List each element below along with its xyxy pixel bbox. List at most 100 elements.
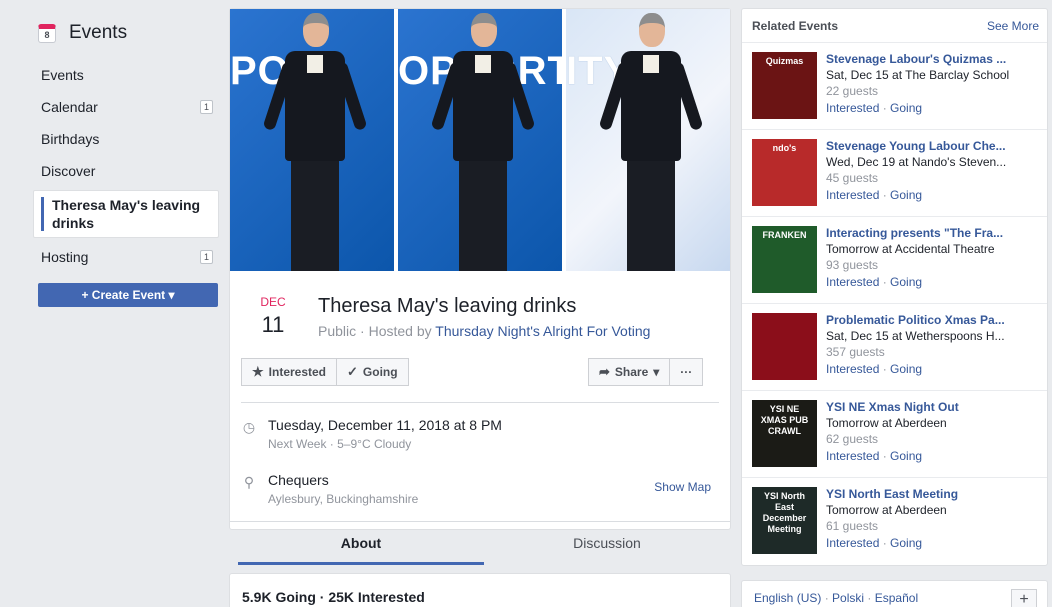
- event-main: POR OPPORTUNI ITY DEC 11 Theresa May's l…: [229, 8, 731, 565]
- sidebar-item-label: Events: [41, 67, 84, 83]
- related-event-item[interactable]: FRANKEN Interacting presents "The Fra... T…: [742, 217, 1047, 304]
- related-event-when-where: Tomorrow at Aberdeen: [826, 416, 947, 430]
- separator: ·: [879, 536, 891, 550]
- going-interested-count[interactable]: 5.9K Going · 25K Interested: [242, 589, 425, 605]
- sidebar-item-discover[interactable]: Discover: [33, 155, 219, 187]
- events-header[interactable]: 8 Events: [38, 22, 127, 44]
- related-event-thumbnail[interactable]: [752, 313, 817, 380]
- related-event-thumbnail[interactable]: FRANKEN: [752, 226, 817, 293]
- going-link[interactable]: Going: [890, 536, 922, 550]
- location-pin-icon: ⚲: [243, 474, 255, 490]
- separator: ·: [824, 591, 829, 605]
- interested-link[interactable]: Interested: [826, 362, 879, 376]
- event-card: POR OPPORTUNI ITY DEC 11 Theresa May's l…: [229, 8, 731, 565]
- host-link[interactable]: Thursday Night's Alright For Voting: [435, 323, 650, 339]
- sidebar-item-label: Hosting: [41, 249, 89, 265]
- event-datetime: Tuesday, December 11, 2018 at 8 PM: [268, 417, 502, 433]
- related-event-actions: Interested · Going: [826, 188, 922, 202]
- related-event-thumbnail[interactable]: ndo's: [752, 139, 817, 206]
- related-event-guests: 22 guests: [826, 84, 879, 98]
- events-title[interactable]: Events: [69, 22, 127, 44]
- related-event-actions: Interested · Going: [826, 275, 922, 289]
- cover-photo[interactable]: POR OPPORTUNI ITY: [230, 9, 730, 271]
- interested-link[interactable]: Interested: [826, 101, 879, 115]
- plus-icon: +: [81, 288, 89, 302]
- tab-about[interactable]: About: [238, 522, 484, 565]
- cover-panel: POR: [230, 9, 398, 271]
- share-label: Share: [614, 365, 649, 379]
- related-event-actions: Interested · Going: [826, 362, 922, 376]
- right-column: Related Events See More Quizmas Stevenage…: [741, 8, 1048, 566]
- going-link[interactable]: Going: [890, 275, 922, 289]
- sidebar-item-birthdays[interactable]: Birthdays: [33, 123, 219, 155]
- related-event-guests: 93 guests: [826, 258, 879, 272]
- sidebar-item-current-event[interactable]: Theresa May's leaving drinks: [33, 190, 219, 238]
- related-event-guests: 61 guests: [826, 519, 879, 533]
- tab-discussion[interactable]: Discussion: [484, 522, 730, 565]
- related-event-thumbnail[interactable]: YSI North East December Meeting: [752, 487, 817, 554]
- related-event-item[interactable]: ndo's Stevenage Young Labour Che... Wed, D…: [742, 130, 1047, 217]
- thumbnail-text: Quizmas: [765, 56, 804, 66]
- related-event-title[interactable]: YSI NE Xmas Night Out: [826, 400, 1011, 414]
- going-link[interactable]: Going: [890, 101, 922, 115]
- related-event-item[interactable]: YSI NE XMAS PUB CRAWL YSI NE Xmas Night O…: [742, 391, 1047, 478]
- sidebar-item-hosting[interactable]: Hosting 1: [33, 241, 219, 273]
- calendar-icon: 8: [38, 23, 56, 43]
- going-link[interactable]: Going: [890, 188, 922, 202]
- interested-link[interactable]: Interested: [826, 536, 879, 550]
- language-link-espanol[interactable]: Español: [875, 591, 918, 605]
- interested-link[interactable]: Interested: [826, 275, 879, 289]
- sidebar-nav: Events Calendar 1 Birthdays Discover Ther…: [33, 59, 219, 273]
- add-language-button[interactable]: +: [1011, 589, 1037, 607]
- event-place[interactable]: Chequers: [268, 472, 329, 488]
- interested-link[interactable]: Interested: [826, 449, 879, 463]
- check-icon: ✓: [347, 364, 358, 379]
- see-more-link[interactable]: See More: [987, 19, 1039, 33]
- related-event-title[interactable]: Stevenage Young Labour Che...: [826, 139, 1011, 153]
- separator: ·: [879, 275, 891, 289]
- related-events-title: Related Events: [752, 19, 839, 33]
- more-button[interactable]: ···: [670, 358, 704, 386]
- related-event-item[interactable]: YSI North East December Meeting YSI North…: [742, 478, 1047, 565]
- create-event-button[interactable]: + Create Event ▾: [38, 283, 218, 307]
- rsvp-buttons: ★ Interested ✓ Going: [241, 358, 409, 386]
- thumbnail-text: ndo's: [772, 143, 797, 153]
- event-info: DEC 11 Theresa May's leaving drinks Publ…: [230, 271, 730, 565]
- related-event-title[interactable]: Interacting presents "The Fra...: [826, 226, 1011, 240]
- event-title: Theresa May's leaving drinks: [318, 295, 577, 317]
- sidebar-item-events[interactable]: Events: [33, 59, 219, 91]
- related-events-card: Related Events See More Quizmas Stevenage…: [741, 8, 1048, 566]
- interested-link[interactable]: Interested: [826, 188, 879, 202]
- language-link-polski[interactable]: Polski: [832, 591, 864, 605]
- related-event-item[interactable]: Quizmas Stevenage Labour's Quizmas ... Sat…: [742, 43, 1047, 130]
- share-arrow-icon: ➦: [599, 364, 610, 379]
- going-stats-card: 5.9K Going · 25K Interested: [229, 573, 731, 607]
- count-badge: 1: [199, 250, 213, 264]
- related-event-title[interactable]: Stevenage Labour's Quizmas ...: [826, 52, 1011, 66]
- related-event-thumbnail[interactable]: YSI NE XMAS PUB CRAWL: [752, 400, 817, 467]
- count-badge: 1: [199, 100, 213, 114]
- related-event-item[interactable]: Problematic Politico Xmas Pa... Sat, Dec …: [742, 304, 1047, 391]
- thumbnail-text: YSI North East December Meeting: [762, 491, 807, 534]
- related-event-when-where: Tomorrow at Accidental Theatre: [826, 242, 995, 256]
- separator: ·: [867, 591, 872, 605]
- going-link[interactable]: Going: [890, 449, 922, 463]
- related-events-header: Related Events See More: [742, 9, 1047, 43]
- related-event-title[interactable]: YSI North East Meeting: [826, 487, 1011, 501]
- related-events-list: Quizmas Stevenage Labour's Quizmas ... Sat…: [742, 43, 1047, 565]
- interested-button[interactable]: ★ Interested: [241, 358, 338, 386]
- person-figure: [598, 9, 704, 271]
- going-button[interactable]: ✓ Going: [337, 358, 409, 386]
- related-event-title[interactable]: Problematic Politico Xmas Pa...: [826, 313, 1011, 327]
- show-map-link[interactable]: Show Map: [654, 480, 711, 494]
- going-link[interactable]: Going: [890, 362, 922, 376]
- language-link-english[interactable]: English (US): [754, 591, 821, 605]
- datetime-row[interactable]: ◷ Tuesday, December 11, 2018 at 8 PM Nex…: [241, 417, 719, 451]
- related-event-guests: 62 guests: [826, 432, 879, 446]
- thumbnail-text: FRANKEN: [762, 230, 807, 240]
- share-button[interactable]: ➦ Share ▾: [588, 358, 671, 386]
- sidebar-item-calendar[interactable]: Calendar 1: [33, 91, 219, 123]
- related-event-thumbnail[interactable]: Quizmas: [752, 52, 817, 119]
- privacy-label: Public: [318, 323, 357, 339]
- clock-icon: ◷: [242, 419, 256, 435]
